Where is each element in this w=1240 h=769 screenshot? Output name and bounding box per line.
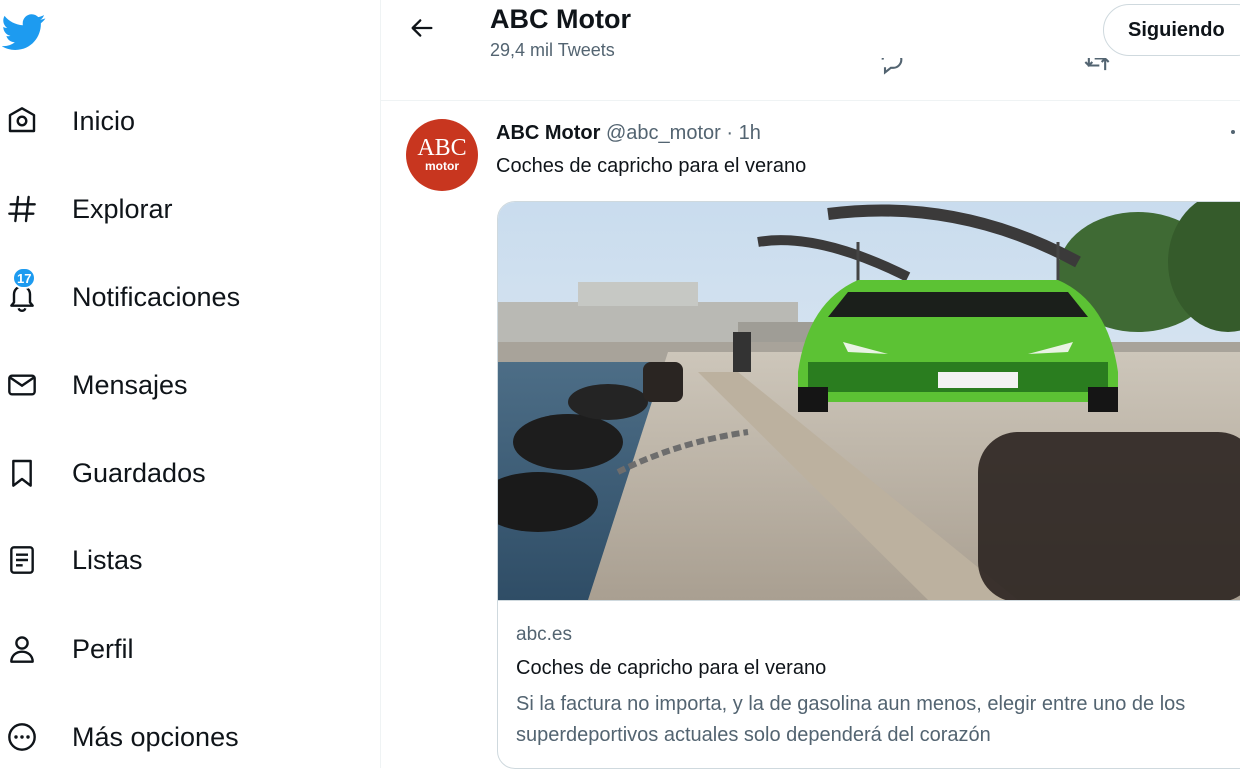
arrow-left-icon (408, 14, 436, 47)
more-circle-icon (4, 719, 40, 755)
list-icon (4, 542, 40, 578)
nav-label-mensajes: Mensajes (72, 369, 188, 400)
nav-label-notificaciones: Notificaciones (72, 281, 241, 312)
tweet-text: Coches de capricho para el verano (496, 155, 807, 177)
notification-count-badge: 17 (12, 267, 37, 289)
tweet-time[interactable]: 1h (739, 122, 761, 144)
twitter-logo-icon[interactable] (1, 10, 46, 54)
back-button[interactable] (404, 12, 440, 48)
retweet-icon[interactable] (1083, 58, 1111, 76)
profile-title: ABC Motor (490, 4, 631, 34)
header-separator: · (726, 122, 734, 144)
nav-label-perfil: Perfil (72, 633, 134, 664)
bookmark-icon (4, 455, 40, 491)
home-icon (4, 103, 40, 139)
link-card[interactable]: abc.es Coches de capricho para el verano… (497, 201, 1240, 769)
more-options-icon[interactable] (1231, 130, 1235, 134)
person-icon (4, 631, 40, 667)
author-handle[interactable]: @abc_motor (606, 122, 721, 144)
tweet-divider (381, 100, 1240, 101)
nav-label-mas-opciones: Más opciones (72, 721, 239, 752)
following-button[interactable]: Siguiendo (1103, 4, 1240, 56)
card-image[interactable] (498, 202, 1240, 601)
author-name[interactable]: ABC Motor (496, 122, 600, 144)
bell-icon: 17 (4, 267, 40, 315)
avatar-text-big: ABC (417, 135, 467, 161)
previous-tweet-actions (380, 58, 1240, 78)
envelope-icon (4, 367, 40, 403)
card-description: Si la factura no importa, y la de gasoli… (516, 693, 1186, 746)
sidebar: Inicio Explorar 17 Notificaciones Mensaj… (0, 0, 381, 768)
nav-label-explorar: Explorar (72, 193, 173, 224)
reply-icon[interactable] (878, 58, 906, 76)
nav-label-guardados: Guardados (72, 457, 206, 488)
hashtag-icon (4, 191, 40, 227)
card-domain: abc.es (516, 624, 572, 645)
tweet-header: ABC Motor @abc_motor · 1h (496, 122, 761, 145)
card-title: Coches de capricho para el verano (516, 657, 827, 679)
avatar[interactable]: ABC motor (406, 119, 478, 191)
avatar-text-small: motor (425, 159, 459, 173)
nav-label-listas: Listas (72, 544, 143, 575)
nav-label-inicio: Inicio (72, 105, 136, 136)
